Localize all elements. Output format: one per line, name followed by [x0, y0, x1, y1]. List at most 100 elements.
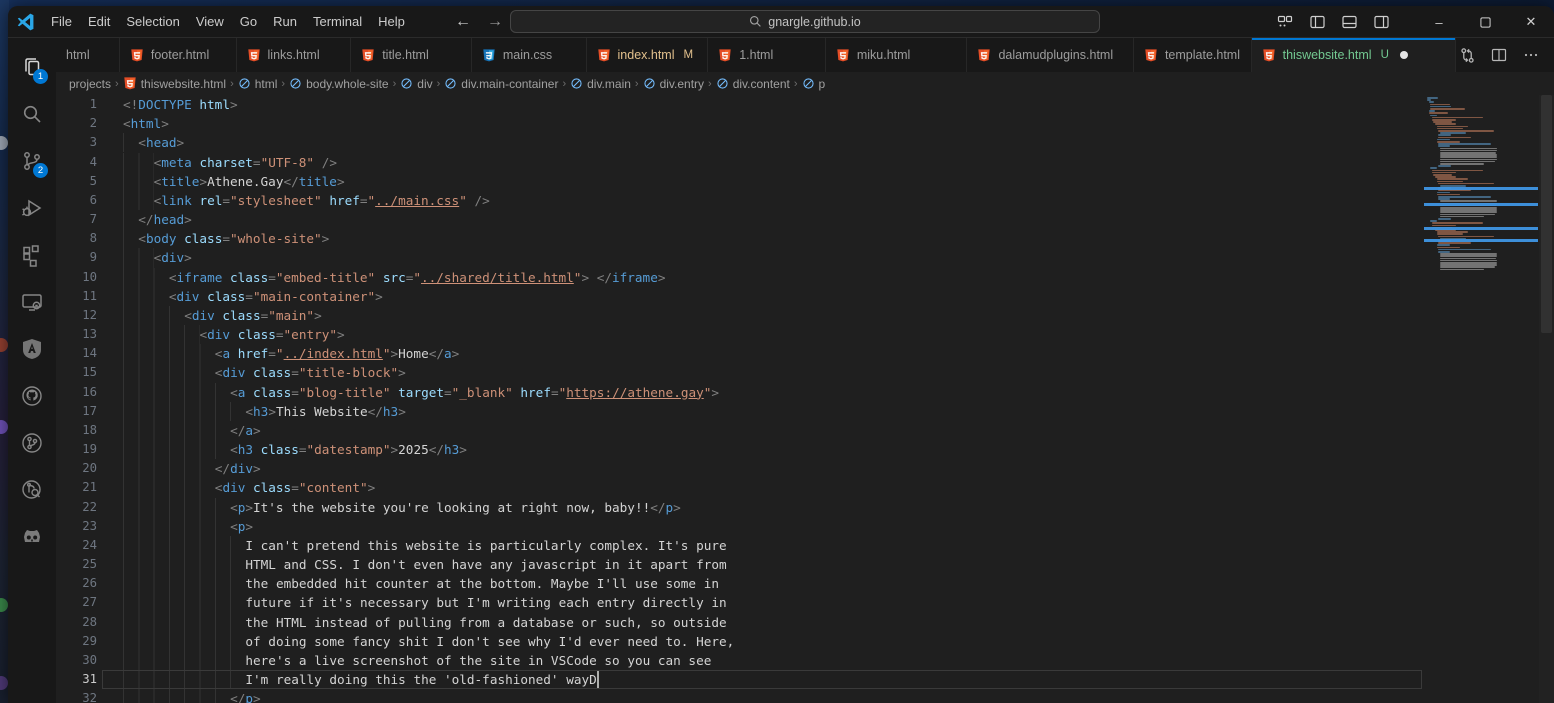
code-text: <div class="title-block"> [215, 363, 406, 382]
tab-main-css[interactable]: main.css [472, 38, 587, 72]
breadcrumb-item-div[interactable]: div [400, 77, 432, 91]
code-text: <a href="../index.html">Home</a> [215, 344, 459, 363]
desktop-blob [0, 338, 8, 352]
activity-item-search[interactable] [8, 90, 56, 137]
tab-footer-html[interactable]: footer.html [120, 38, 237, 72]
code-line-23: 23<p> [56, 517, 1554, 536]
compare-icon [1459, 47, 1476, 64]
command-center[interactable]: gnargle.github.io [510, 10, 1100, 33]
line-number: 13 [56, 325, 97, 344]
code-text: <h3>This Website</h3> [245, 402, 405, 421]
menu-item-edit[interactable]: Edit [80, 11, 118, 32]
toggle-primary-sidebar-icon[interactable] [1304, 10, 1330, 34]
code-text: <meta charset="UTF-8" /> [154, 153, 337, 172]
tab-label: main.css [503, 48, 552, 62]
indent-guides [123, 306, 184, 325]
window-controls: – ✕ [1416, 6, 1554, 38]
menu-item-run[interactable]: Run [265, 11, 305, 32]
breadcrumb-label: projects [69, 77, 111, 91]
code-text: <div class="content"> [215, 478, 375, 497]
breadcrumb-item-body-whole-site[interactable]: body.whole-site [289, 77, 389, 91]
menu-item-view[interactable]: View [188, 11, 232, 32]
menu-item-selection[interactable]: Selection [118, 11, 187, 32]
split-icon [1491, 47, 1507, 63]
breadcrumb-item-div-main-container[interactable]: div.main-container [444, 77, 558, 91]
tab-miku-html[interactable]: miku.html [826, 38, 968, 72]
html5-icon [718, 48, 732, 63]
command-center-label: gnargle.github.io [768, 15, 860, 29]
menu-item-help[interactable]: Help [370, 11, 413, 32]
activity-item-explorer[interactable]: 1 [8, 43, 56, 90]
line-number: 23 [56, 517, 97, 536]
line-number: 15 [56, 363, 97, 382]
nav-back-button[interactable]: ← [455, 13, 471, 31]
code-line-16: 16<a class="blog-title" target="_blank" … [56, 383, 1554, 402]
search-icon [749, 15, 762, 28]
editor-actions [1456, 38, 1554, 72]
tab-index-html[interactable]: index.htmlM [587, 38, 709, 72]
activity-item-run-debug[interactable] [8, 184, 56, 231]
toggle-panel-icon[interactable] [1336, 10, 1362, 34]
code-line-22: 22<p>It's the website you're looking at … [56, 498, 1554, 517]
breadcrumb-item-p[interactable]: p [802, 77, 826, 91]
run-debug-icon [20, 196, 44, 220]
maximize-button[interactable] [1462, 6, 1508, 38]
html5-icon [361, 48, 375, 63]
tab-title-html[interactable]: title.html [351, 38, 472, 72]
tab-label: template.html [1165, 48, 1240, 62]
line-number: 8 [56, 229, 97, 248]
unsaved-dot-icon[interactable] [1400, 51, 1408, 59]
split-editor-button[interactable] [1488, 44, 1510, 66]
breadcrumb-label: body.whole-site [306, 77, 389, 91]
activity-item-gitlens-inspect[interactable] [8, 466, 56, 513]
tab-dalamudplugins-html[interactable]: dalamudplugins.html [967, 38, 1134, 72]
menu-item-go[interactable]: Go [232, 11, 265, 32]
indent-guides [123, 363, 215, 382]
html5-icon [1262, 48, 1276, 63]
tab-1-html[interactable]: 1.html [708, 38, 826, 72]
menu-item-terminal[interactable]: Terminal [305, 11, 370, 32]
line-number: 21 [56, 478, 97, 497]
activity-item-source-control[interactable]: 2 [8, 137, 56, 184]
indent-guides [123, 325, 200, 344]
github-icon [20, 384, 44, 408]
breadcrumb-item-div-content[interactable]: div.content [716, 77, 790, 91]
code-text: HTML and CSS. I don't even have any java… [245, 555, 726, 574]
indent-guides [123, 402, 245, 421]
indent-guides [123, 268, 169, 287]
activity-item-github[interactable] [8, 372, 56, 419]
line-number: 7 [56, 210, 97, 229]
close-button[interactable]: ✕ [1508, 6, 1554, 38]
activity-item-extensions[interactable] [8, 231, 56, 278]
code-editor[interactable]: 1<!DOCTYPE html>2<html>3<head>4<meta cha… [56, 95, 1554, 703]
open-changes-button[interactable] [1456, 44, 1478, 66]
customize-layout-icon[interactable] [1272, 10, 1298, 34]
activity-item-shield-a-extension[interactable] [8, 325, 56, 372]
activity-item-godot-tools[interactable] [8, 513, 56, 560]
shield-a-icon [20, 337, 44, 361]
code-text: <link rel="stylesheet" href="../main.css… [154, 191, 490, 210]
breadcrumb-label: div.content [733, 77, 790, 91]
code-text: the HTML instead of pulling from a datab… [245, 613, 726, 632]
more-actions-button[interactable] [1520, 44, 1542, 66]
activity-bar: 12 [8, 38, 56, 703]
breadcrumb-item-div-entry[interactable]: div.entry [643, 77, 704, 91]
nav-forward-button[interactable]: → [487, 13, 503, 31]
activity-item-remote-explorer[interactable] [8, 278, 56, 325]
breadcrumb-item-div-main[interactable]: div.main [570, 77, 631, 91]
remote-explorer-icon [20, 290, 44, 314]
activity-item-gitlens[interactable] [8, 419, 56, 466]
tab-thiswebsite-html[interactable]: thiswebsite.htmlU [1252, 38, 1456, 72]
breadcrumb: projects›thiswebsite.html›html›body.whol… [56, 72, 1554, 95]
breadcrumb-item-html[interactable]: html [238, 77, 278, 91]
toggle-secondary-sidebar-icon[interactable] [1368, 10, 1394, 34]
tab-template-html[interactable]: template.html [1134, 38, 1252, 72]
tab-links-html[interactable]: links.html [237, 38, 352, 72]
minimize-button[interactable]: – [1416, 6, 1462, 38]
indent-guides [123, 651, 245, 670]
breadcrumb-item-projects[interactable]: projects [69, 77, 111, 91]
breadcrumb-item-thiswebsite-html[interactable]: thiswebsite.html [123, 76, 226, 91]
tab-html[interactable]: html [56, 38, 120, 72]
menu-item-file[interactable]: File [43, 11, 80, 32]
code-text: <div> [154, 248, 192, 267]
